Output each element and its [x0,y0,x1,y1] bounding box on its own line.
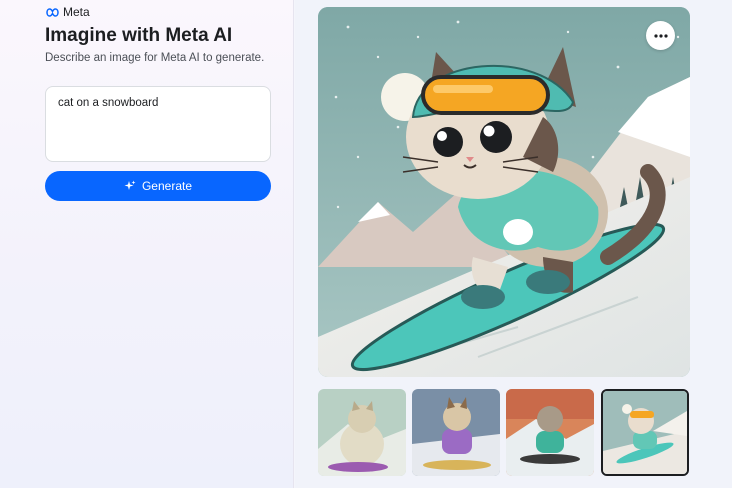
cat-snowboard-illustration [318,7,690,377]
thumbnail-4[interactable] [601,389,689,476]
prompt-input[interactable]: cat on a snowboard [45,86,271,162]
sparkle-icon [124,180,136,190]
thumbnail-2[interactable] [412,389,500,476]
page-title: Imagine with Meta AI [45,25,233,46]
meta-logo-icon [46,7,59,17]
prompt-value: cat on a snowboard [58,97,159,109]
more-options-button[interactable] [646,21,675,50]
page-subtitle: Describe an image for Meta AI to generat… [45,52,265,64]
thumbnail-3[interactable] [506,389,594,476]
more-horizontal-icon [653,33,668,38]
left-panel: Meta Imagine with Meta AI Describe an im… [0,0,294,488]
thumbnail-1[interactable] [318,389,406,476]
generate-label: Generate [141,179,193,193]
generate-button[interactable]: Generate [45,171,271,201]
brand[interactable]: Meta [45,5,90,19]
brand-name: Meta [63,5,90,19]
generated-image[interactable] [318,7,690,377]
